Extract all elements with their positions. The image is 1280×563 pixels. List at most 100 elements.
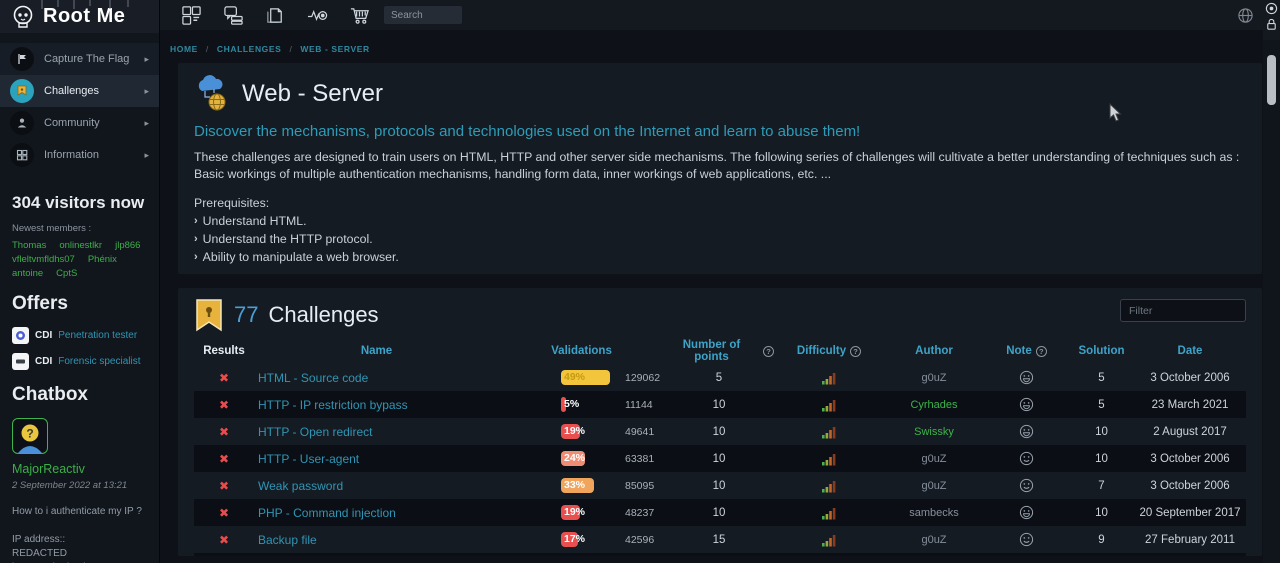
column-results[interactable]: Results xyxy=(194,345,254,357)
reader-target-icon[interactable] xyxy=(1265,2,1278,15)
help-icon[interactable]: ? xyxy=(850,346,861,357)
validation-percentage-label: 33% xyxy=(564,479,585,491)
difficulty-bars-icon xyxy=(821,398,837,412)
svg-text:?: ? xyxy=(26,427,33,441)
solution-count[interactable]: 9 xyxy=(1069,534,1134,546)
member-link[interactable]: Phénix xyxy=(88,254,117,265)
chat-server-icon[interactable] xyxy=(212,5,254,26)
mouse-cursor xyxy=(1108,103,1122,128)
filter-input[interactable] xyxy=(1120,299,1246,322)
table-row[interactable]: ✖ HTTP - IP restriction bypass 5% 11144 … xyxy=(194,391,1246,418)
breadcrumb-challenges[interactable]: CHALLENGES xyxy=(217,44,282,54)
sidebar-item-label: Information xyxy=(44,149,134,161)
breadcrumb-home[interactable]: HOME xyxy=(170,44,198,54)
chat-username-link[interactable]: MajorReactiv xyxy=(12,462,85,476)
breadcrumb-separator: / xyxy=(289,44,292,54)
sidebar-item-information[interactable]: Information ▸ xyxy=(0,139,159,171)
author-link[interactable]: g0uZ xyxy=(884,534,984,546)
sidebar-item-community[interactable]: Community ▸ xyxy=(0,107,159,139)
difficulty-bars-icon xyxy=(821,371,837,385)
challenge-link[interactable]: PHP - Command injection xyxy=(258,506,396,520)
documents-icon[interactable] xyxy=(254,5,296,26)
table-row[interactable]: ✖ Backup file 17% 42596 15 g0uZ 9 27 Feb… xyxy=(194,526,1246,553)
sidebar-item-challenges[interactable]: Challenges ▸ xyxy=(0,75,159,107)
column-author[interactable]: Author xyxy=(884,345,984,357)
column-date[interactable]: Date xyxy=(1134,345,1246,357)
grin-note-icon xyxy=(1019,397,1034,412)
validation-percentage-badge: 5% xyxy=(561,397,611,412)
publish-date: 2 August 2017 xyxy=(1134,426,1246,438)
scrollbar-track[interactable] xyxy=(1263,0,1280,563)
points-value: 10 xyxy=(664,453,774,465)
validation-percentage-label: 19% xyxy=(564,506,585,518)
solution-count[interactable]: 5 xyxy=(1069,399,1134,411)
blocks-icon[interactable] xyxy=(170,5,212,26)
author-link[interactable]: sambecks xyxy=(884,507,984,519)
member-link[interactable]: CptS xyxy=(56,268,77,279)
table-row[interactable]: ✖ HTML - Source code 49% 129062 5 g0uZ 5… xyxy=(194,364,1246,391)
points-value: 10 xyxy=(664,480,774,492)
column-name[interactable]: Name xyxy=(254,345,499,357)
challenge-link[interactable]: HTTP - User-agent xyxy=(258,452,359,466)
author-link[interactable]: g0uZ xyxy=(884,372,984,384)
challenge-link[interactable]: HTML - Source code xyxy=(258,371,368,385)
solution-count[interactable]: 10 xyxy=(1069,507,1134,519)
visitors-count: 304 visitors now xyxy=(12,193,147,213)
column-validations[interactable]: Validations xyxy=(499,345,664,357)
column-note[interactable]: Note ? xyxy=(984,345,1069,357)
challenge-link[interactable]: HTTP - IP restriction bypass xyxy=(258,398,408,412)
search-input[interactable] xyxy=(384,6,462,24)
table-row[interactable]: ✖ Weak password 33% 85095 10 g0uZ 7 3 Oc… xyxy=(194,472,1246,499)
table-row[interactable]: ✖ PHP - Command injection 19% 48237 10 s… xyxy=(194,499,1246,526)
member-link[interactable]: antoine xyxy=(12,268,43,279)
prerequisite-item: › Understand the HTTP protocol. xyxy=(194,232,1246,246)
table-header: Results Name Validations Number of point… xyxy=(178,338,1262,364)
cart-icon[interactable] xyxy=(338,5,380,26)
points-value: 5 xyxy=(664,372,774,384)
author-link[interactable]: Cyrhades xyxy=(884,399,984,411)
challenge-link[interactable]: Weak password xyxy=(258,479,343,493)
validation-percentage-badge: 49% xyxy=(561,370,611,385)
difficulty-cell xyxy=(774,479,884,493)
pulse-target-icon[interactable] xyxy=(296,5,338,26)
lock-icon[interactable] xyxy=(1265,18,1278,31)
globe-icon[interactable] xyxy=(1237,7,1254,24)
validations-cell: 17% 42596 xyxy=(499,532,664,547)
member-link[interactable]: Thomas xyxy=(12,240,46,251)
author-link[interactable]: g0uZ xyxy=(884,480,984,492)
scrollbar-thumb[interactable] xyxy=(1267,55,1276,105)
column-points[interactable]: Number of points ? xyxy=(664,339,774,363)
member-link[interactable]: vfleltvmfldhs07 xyxy=(12,254,75,265)
prerequisite-text: Understand HTML. xyxy=(203,214,307,228)
solution-count[interactable]: 10 xyxy=(1069,426,1134,438)
breadcrumb-current[interactable]: WEB - SERVER xyxy=(300,44,369,54)
solution-count[interactable]: 7 xyxy=(1069,480,1134,492)
offer-link[interactable]: Penetration tester xyxy=(58,330,137,341)
table-row[interactable]: ✖ HTTP - User-agent 24% 63381 10 g0uZ 10… xyxy=(194,445,1246,472)
member-link[interactable]: onlinestlkr xyxy=(59,240,102,251)
help-icon[interactable]: ? xyxy=(763,346,774,357)
table-row[interactable]: ✖ HTTP - Open redirect 19% 49641 10 Swis… xyxy=(194,418,1246,445)
person-icon xyxy=(10,111,34,135)
offer-link[interactable]: Forensic specialist xyxy=(58,356,140,367)
help-icon[interactable]: ? xyxy=(1036,346,1047,357)
validation-percentage-label: 24% xyxy=(564,452,585,464)
author-link[interactable]: Swissky xyxy=(884,426,984,438)
solution-count[interactable]: 10 xyxy=(1069,453,1134,465)
not-validated-icon: ✖ xyxy=(194,398,254,412)
avatar[interactable]: ? xyxy=(12,418,48,454)
member-link[interactable]: jlp866 xyxy=(115,240,140,251)
logo[interactable]: Root Me xyxy=(0,0,159,33)
challenge-link[interactable]: HTTP - Open redirect xyxy=(258,425,372,439)
column-difficulty[interactable]: Difficulty ? xyxy=(774,345,884,357)
challenge-link[interactable]: Backup file xyxy=(258,533,317,547)
solution-count[interactable]: 5 xyxy=(1069,372,1134,384)
bullet-icon: › xyxy=(194,250,198,264)
publish-date: 27 February 2011 xyxy=(1134,534,1246,546)
sidebar: Root Me Capture The Flag ▸ Challenges ▸ xyxy=(0,0,160,563)
sidebar-item-capture-the-flag[interactable]: Capture The Flag ▸ xyxy=(0,43,159,75)
topbar xyxy=(160,0,1280,30)
column-solution[interactable]: Solution xyxy=(1069,345,1134,357)
validation-percentage-badge: 19% xyxy=(561,505,611,520)
author-link[interactable]: g0uZ xyxy=(884,453,984,465)
